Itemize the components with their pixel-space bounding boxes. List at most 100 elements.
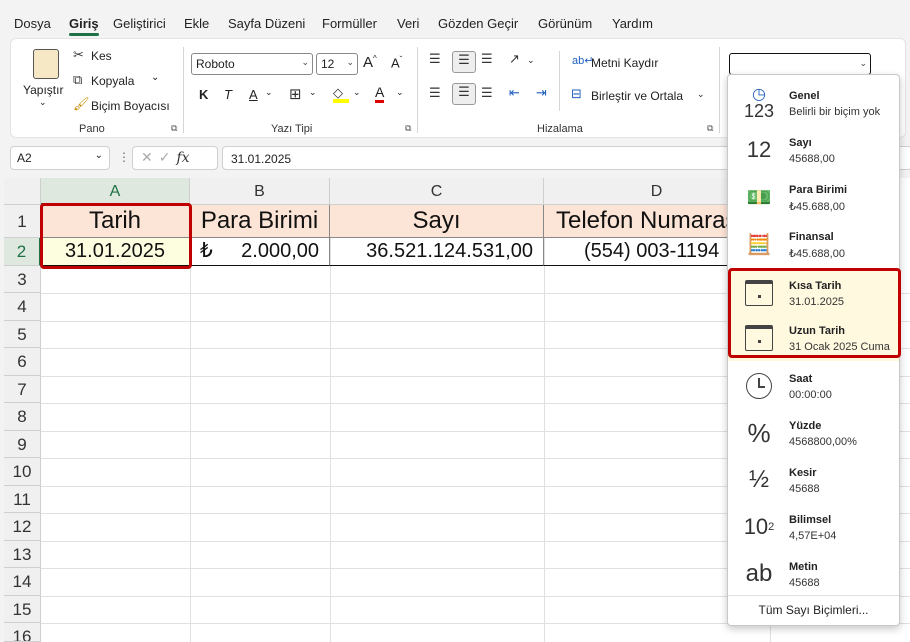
row-header-2[interactable]: 2 (4, 238, 41, 266)
column-header-b[interactable]: B (190, 178, 330, 205)
row-header-5[interactable]: 5 (4, 321, 41, 348)
chevron-down-icon[interactable]: ⌄ (697, 89, 705, 100)
row-header-11[interactable]: 11 (4, 486, 41, 513)
merge-center-button[interactable]: Birleştir ve Ortala (591, 89, 683, 103)
orientation-icon[interactable]: ↗ (509, 51, 520, 67)
format-option-time[interactable]: Saat 00:00:00 (728, 362, 899, 409)
group-label-alignment: Hizalama (537, 123, 583, 135)
divider (417, 47, 418, 133)
format-option-fraction[interactable]: ½ Kesir 45688 (728, 456, 899, 503)
grow-font-button[interactable]: A^ (363, 54, 377, 71)
grow-font-label: A (363, 54, 374, 71)
row-header-7[interactable]: 7 (4, 376, 41, 403)
format-option-short-date[interactable]: Kısa Tarih 31.01.2025 (728, 269, 899, 316)
paste-button[interactable]: Yapıştır (23, 83, 63, 97)
row-header-1[interactable]: 1 (4, 205, 41, 238)
paste-icon[interactable] (33, 49, 59, 79)
font-color-button[interactable]: A (375, 85, 385, 103)
divider (183, 47, 184, 133)
increase-indent-icon[interactable]: ⇥ (536, 85, 547, 101)
row-header-10[interactable]: 10 (4, 458, 41, 486)
enter-icon[interactable]: ✓ (159, 149, 177, 165)
format-option-long-date[interactable]: Uzun Tarih 31 Ocak 2025 Cuma (728, 314, 899, 361)
font-name-select[interactable]: Roboto ⌄ (191, 53, 313, 75)
format-option-percentage[interactable]: % Yüzde 4568800,00% (728, 409, 899, 456)
align-bottom-icon[interactable]: ☰ (481, 51, 493, 67)
tab-developer[interactable]: Geliştirici (113, 16, 166, 31)
align-top-icon[interactable]: ☰ (429, 51, 441, 67)
dialog-launcher-icon[interactable]: ⧉ (171, 123, 177, 134)
more-number-formats-link[interactable]: Tüm Sayı Biçimleri... (728, 595, 899, 625)
chevron-down-icon[interactable]: ⌄ (265, 87, 273, 98)
row-header-9[interactable]: 9 (4, 431, 41, 458)
chevron-down-icon[interactable]: ⌄ (527, 55, 535, 66)
column-header-c[interactable]: C (330, 178, 544, 205)
row-header-4[interactable]: 4 (4, 293, 41, 321)
tab-file[interactable]: Dosya (14, 16, 51, 31)
chevron-down-icon[interactable]: ⌄ (151, 72, 159, 83)
format-option-general[interactable]: ◷ 123 Genel Belirli bir biçim yok (728, 79, 899, 126)
row-header-12[interactable]: 12 (4, 513, 41, 541)
underline-button[interactable]: A (249, 87, 258, 102)
cell-c1[interactable]: Sayı (330, 205, 544, 238)
cell-b1[interactable]: Para Birimi (190, 205, 330, 238)
number-format-select[interactable]: ⌄ (729, 53, 871, 75)
dialog-launcher-icon[interactable]: ⧉ (405, 123, 411, 134)
tab-view[interactable]: Görünüm (538, 16, 592, 31)
tab-home[interactable]: Giriş (69, 16, 99, 36)
cell-a2[interactable]: 31.01.2025 (41, 238, 190, 266)
font-size-select[interactable]: 12 ⌄ (316, 53, 358, 75)
align-right-icon[interactable]: ☰ (481, 85, 493, 101)
align-middle-icon[interactable]: ☰ (452, 51, 476, 73)
font-size-value: 12 (321, 57, 335, 71)
format-option-currency[interactable]: 💵 Para Birimi ₺45.688,00 (728, 173, 899, 220)
dialog-launcher-icon[interactable]: ⧉ (707, 123, 713, 134)
tab-data[interactable]: Veri (397, 16, 419, 31)
name-box[interactable]: A2 ⌄ (10, 146, 110, 170)
row-header-14[interactable]: 14 (4, 568, 41, 596)
column-header-a[interactable]: A (41, 178, 190, 205)
cell-a1[interactable]: Tarih (41, 205, 190, 238)
format-painter-button[interactable]: Biçim Boyacısı (91, 99, 170, 113)
format-option-scientific[interactable]: 10 2 Bilimsel 4,57E+04 (728, 503, 899, 550)
cut-button[interactable]: Kes (91, 49, 112, 63)
select-all-corner[interactable] (4, 178, 41, 205)
currency-symbol: ₺ (200, 240, 213, 262)
format-option-number[interactable]: 12 Sayı 45688,00 (728, 126, 899, 173)
cell-c2[interactable]: 36.521.124.531,00 (330, 238, 544, 266)
chevron-down-icon[interactable]: ⌄ (353, 87, 361, 98)
row-header-15[interactable]: 15 (4, 596, 41, 623)
copy-button[interactable]: Kopyala (91, 74, 134, 88)
shrink-font-button[interactable]: Aˇ (391, 55, 402, 70)
tab-help[interactable]: Yardım (612, 16, 653, 31)
borders-icon[interactable]: ⊞ (289, 85, 302, 103)
row-header-8[interactable]: 8 (4, 403, 41, 431)
tab-review[interactable]: Gözden Geçir (438, 16, 518, 31)
align-center-icon[interactable]: ☰ (452, 83, 476, 105)
shrink-font-label: A (391, 55, 400, 71)
chevron-down-icon[interactable]: ⌄ (396, 87, 404, 98)
bold-button[interactable]: K (199, 87, 208, 102)
format-option-accounting[interactable]: 🧮 Finansal ₺45.688,00 (728, 220, 899, 267)
align-left-icon[interactable]: ☰ (429, 85, 441, 101)
italic-button[interactable]: T (224, 87, 232, 102)
row-header-13[interactable]: 13 (4, 541, 41, 568)
row-header-6[interactable]: 6 (4, 348, 41, 376)
insert-function-button[interactable]: fx (176, 150, 189, 166)
row-header-3[interactable]: 3 (4, 266, 41, 293)
cancel-icon[interactable]: ✕ (141, 149, 159, 165)
tab-page-layout[interactable]: Sayfa Düzeni (228, 16, 305, 31)
format-option-text[interactable]: ab Metin 45688 (728, 550, 899, 597)
number-format-menu: ◷ 123 Genel Belirli bir biçim yok 12 Sayı… (727, 74, 900, 626)
chevron-down-icon[interactable]: ⌄ (39, 97, 47, 108)
tab-formulas[interactable]: Formüller (322, 16, 377, 31)
row-header-16[interactable]: 16 (4, 623, 41, 642)
decrease-indent-icon[interactable]: ⇤ (509, 85, 520, 101)
more-options-icon[interactable]: ⋮ (118, 150, 130, 164)
chevron-down-icon[interactable]: ⌄ (309, 87, 317, 98)
fill-color-icon[interactable]: ◇ (333, 85, 349, 103)
tab-insert[interactable]: Ekle (184, 16, 209, 31)
format-option-name: Yüzde (789, 420, 822, 432)
cell-b2[interactable]: ₺ 2.000,00 (190, 238, 330, 266)
wrap-text-button[interactable]: Metni Kaydır (591, 56, 658, 70)
